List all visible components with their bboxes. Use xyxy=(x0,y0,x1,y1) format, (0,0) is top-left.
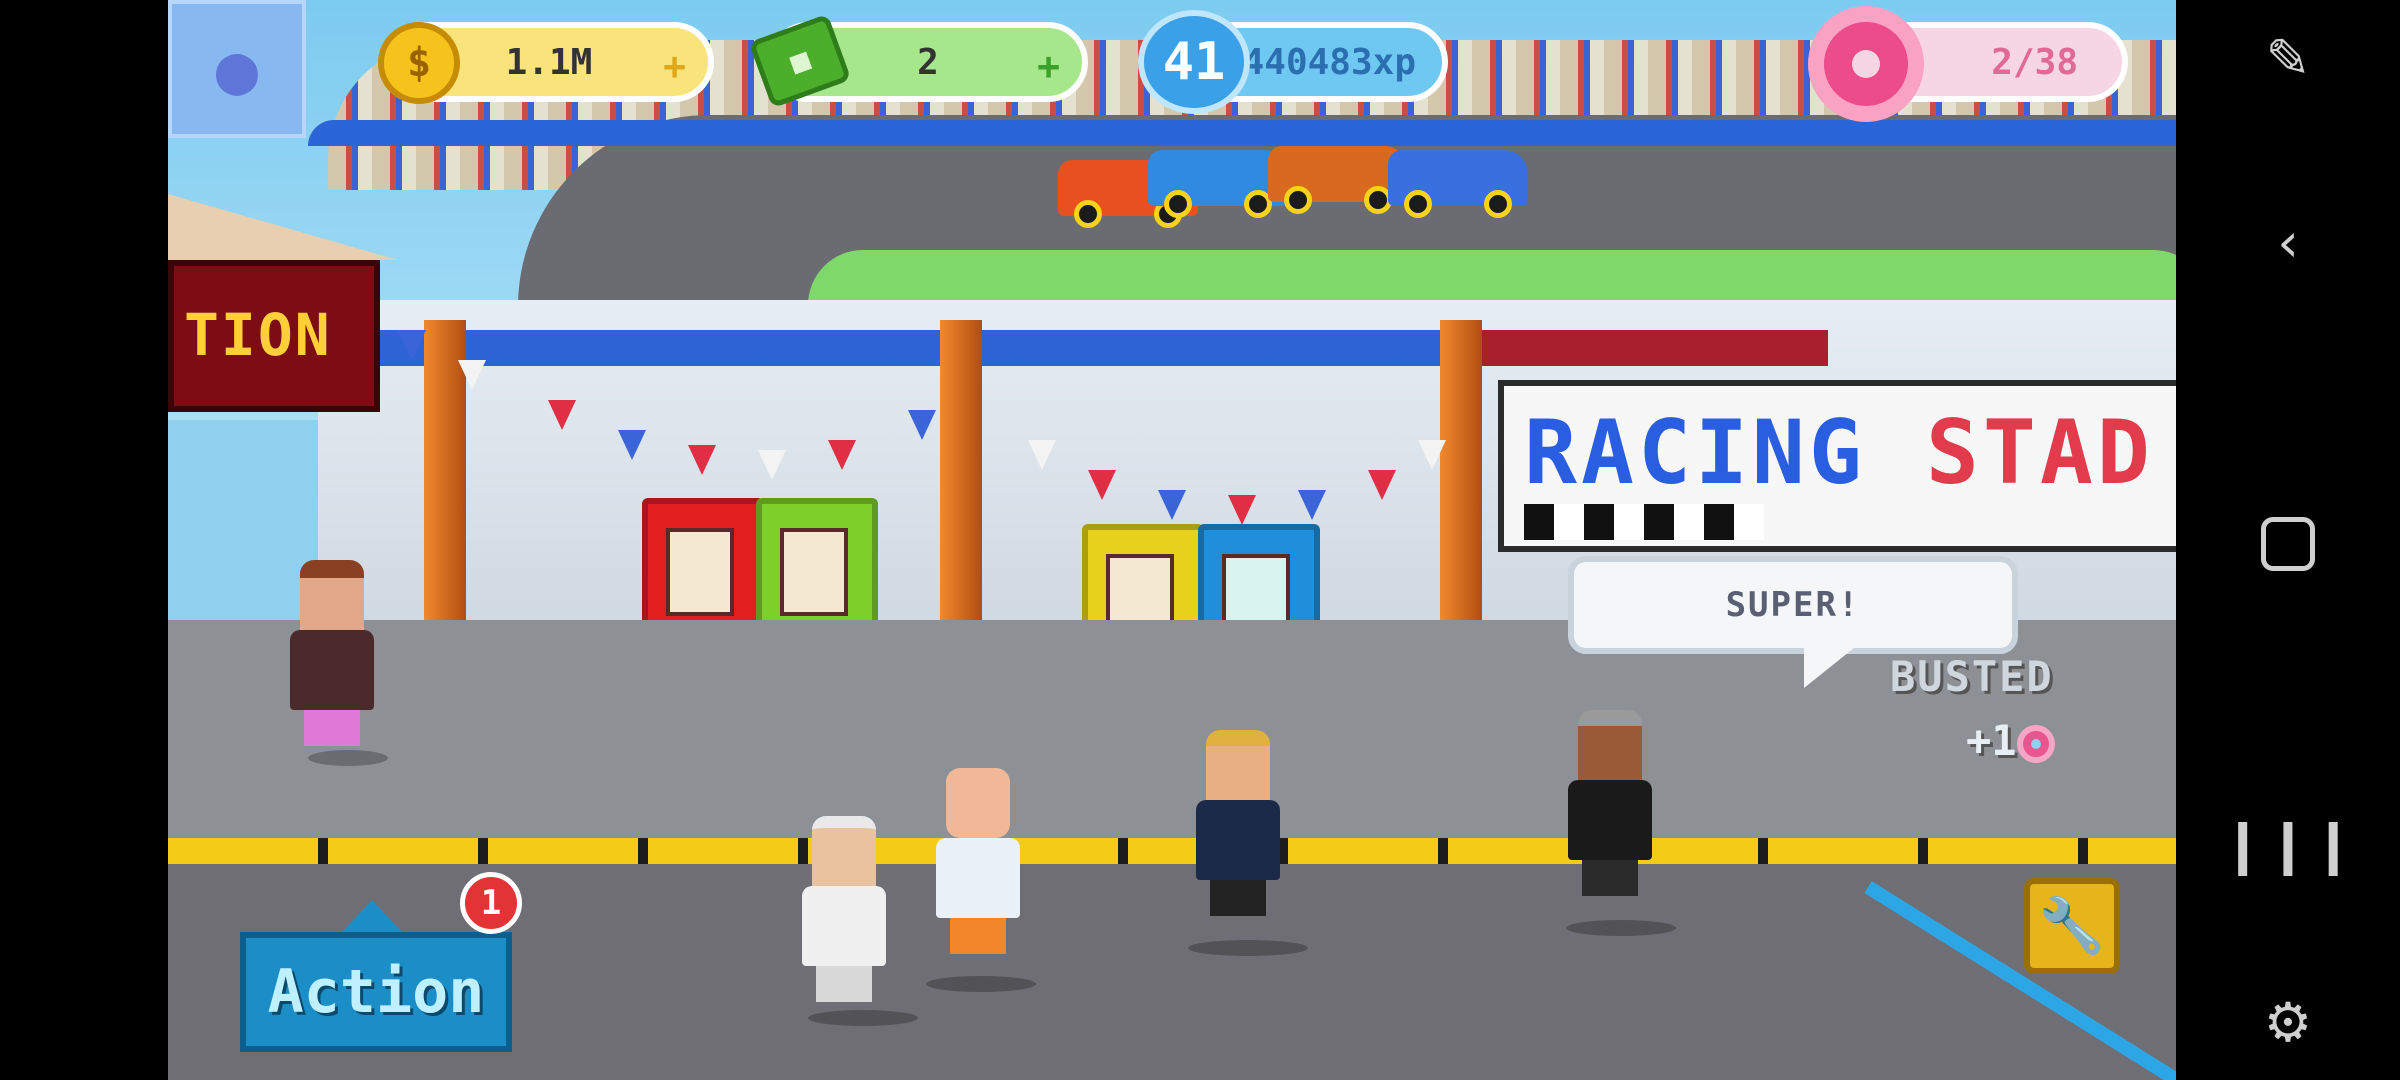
plus-icon[interactable]: + xyxy=(663,44,686,88)
race-car-blue-2 xyxy=(1388,150,1528,218)
wrench-icon: 🔧 xyxy=(2038,894,2106,957)
station-sign-text: TION xyxy=(184,301,332,369)
screen: TION RACING STAD SUPER! BUSTED +1 ● 1.1M… xyxy=(0,0,2400,1080)
home-icon[interactable] xyxy=(2256,512,2320,576)
avatar-silhouette-icon: ● xyxy=(215,28,259,110)
wall-band-red xyxy=(1448,330,1828,366)
wrench-button[interactable]: 🔧 xyxy=(2024,878,2120,974)
recents-icon[interactable]: ❙❙❙ xyxy=(2220,812,2356,876)
character-suited-man[interactable] xyxy=(1560,710,1670,920)
game-controller-icon[interactable]: ⚙ xyxy=(2256,990,2320,1054)
xp-value: 440483xp xyxy=(1242,41,1416,83)
action-notification-badge: 1 xyxy=(460,872,522,934)
busted-label: BUSTED xyxy=(1890,652,2054,701)
pillar xyxy=(940,320,982,620)
race-car-blue xyxy=(1148,150,1288,218)
station-building[interactable]: TION xyxy=(168,260,380,412)
game-viewport[interactable]: TION RACING STAD SUPER! BUSTED +1 ● 1.1M… xyxy=(168,0,2176,1080)
bunting-flag xyxy=(1158,490,1186,520)
bunting-flag xyxy=(828,440,856,470)
bunting-flag xyxy=(1028,440,1056,470)
plus-icon[interactable]: + xyxy=(1037,44,1060,88)
bunting-flag xyxy=(618,430,646,460)
level-value: 41 xyxy=(1162,32,1226,92)
bunting-flag xyxy=(1368,470,1396,500)
wall-band-blue xyxy=(318,330,1448,366)
race-car-orange-2 xyxy=(1268,146,1408,214)
action-button-label: Action xyxy=(267,957,485,1027)
track-rail xyxy=(308,120,2176,146)
concourse-floor xyxy=(168,620,2176,850)
action-arrow-icon xyxy=(342,900,402,932)
donut-reward-popup: +1 xyxy=(1966,716,2055,765)
screenshot-edit-icon[interactable]: ✎ xyxy=(2256,26,2320,90)
donut-icon xyxy=(1808,6,1924,122)
character-woman-walking[interactable] xyxy=(282,560,382,750)
pillar xyxy=(1440,320,1482,620)
bunting-flag xyxy=(1298,490,1326,520)
back-icon[interactable]: ‹ xyxy=(2256,210,2320,274)
bunting-flag xyxy=(1418,440,1446,470)
reward-amount: +1 xyxy=(1966,716,2017,765)
left-letterbox xyxy=(0,0,168,1080)
racing-stadium-sign: RACING STAD xyxy=(1498,380,2176,552)
sign-word-racing: RACING xyxy=(1524,401,1866,504)
bunting-flag xyxy=(548,400,576,430)
donut-icon xyxy=(2016,724,2055,763)
character-bald-sunglasses[interactable] xyxy=(928,768,1038,978)
bunting-flag xyxy=(398,330,426,360)
bunting-flag xyxy=(1088,470,1116,500)
action-button[interactable]: Action xyxy=(240,932,512,1052)
bunting-flag xyxy=(758,450,786,480)
sign-word-stad: STAD xyxy=(1925,401,2154,504)
donuts-value: 2/38 xyxy=(1991,41,2078,83)
bunting-flag xyxy=(1228,495,1256,525)
curb xyxy=(168,838,2176,864)
cash-value: 2 xyxy=(917,41,939,83)
player-avatar[interactable]: ● xyxy=(168,0,306,138)
character-eyepatch-man[interactable] xyxy=(1188,730,1298,940)
coin-icon: $ xyxy=(378,22,460,104)
bunting-flag xyxy=(688,445,716,475)
bunting-flag xyxy=(458,360,486,390)
speech-bubble: SUPER! xyxy=(1568,556,2018,688)
coins-value: 1.1M xyxy=(505,41,593,83)
level-badge-icon: 41 xyxy=(1138,10,1250,114)
system-nav-bar: ✎ ‹ ❙❙❙ ⚙ xyxy=(2176,0,2400,1080)
checkered-flag-strip xyxy=(1524,504,1764,540)
character-old-man-white-suit[interactable] xyxy=(794,816,904,1016)
bunting-flag xyxy=(908,410,936,440)
